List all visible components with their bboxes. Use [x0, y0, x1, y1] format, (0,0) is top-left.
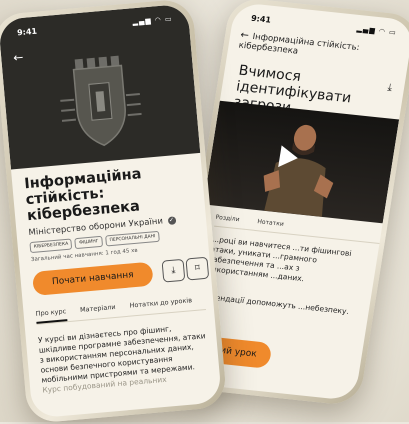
download-icon[interactable]: ⤓	[161, 258, 186, 283]
verified-icon: ✓	[167, 215, 176, 225]
video-presenter	[263, 124, 334, 217]
header-course-title: Інформаційна стійкість: кібербезпека	[237, 31, 361, 57]
play-icon[interactable]	[278, 145, 300, 169]
download-icon[interactable]: ⤓	[387, 82, 393, 93]
status-time: 9:41	[250, 13, 272, 25]
arrow-left-icon[interactable]: ←	[13, 50, 24, 65]
tag-chip[interactable]: ПЕРСОНАЛЬНІ ДАНІ	[105, 230, 160, 247]
status-time: 9:41	[16, 26, 38, 38]
shield-emblem-icon	[60, 55, 142, 147]
video-player[interactable]	[203, 100, 400, 224]
start-learning-button[interactable]: Почати навчання	[32, 261, 154, 296]
bookmark-icon[interactable]: ⌑	[185, 256, 210, 281]
course-description: У курсі ви дізнаєтесь про фішинг, шкідли…	[38, 321, 215, 396]
tab-materials[interactable]: Матеріали	[80, 303, 117, 320]
lesson-recommendation: ...мендації допоможуть ...небезпеку.	[202, 291, 350, 317]
phone-course: ← 9:41 ▂▄▆ ◠ ▭ Інформаційна стійкість: к…	[0, 0, 228, 424]
status-icons: ▂▄▆ ◠ ▭	[356, 24, 398, 37]
tag-chip[interactable]: ФІШИНГ	[74, 235, 104, 250]
about-text: У курсі ви дізнаєтесь про фішинг, шкідли…	[37, 324, 206, 385]
course-tabs: Про курс Матеріали Нотатки до уроків	[35, 295, 206, 325]
tab-notes[interactable]: Нотатки	[257, 218, 284, 228]
course-screen: ← 9:41 ▂▄▆ ◠ ▭ Інформаційна стійкість: к…	[0, 3, 223, 419]
tab-about[interactable]: Про курс	[35, 307, 67, 324]
lesson-description: ...році ви навчитеся ...ти фішингові ата…	[206, 234, 353, 284]
tab-sections[interactable]: Розділи	[215, 214, 240, 223]
tag-chip[interactable]: КІБЕРБЕЗПЕКА	[29, 238, 73, 254]
tab-notes[interactable]: Нотатки до уроків	[129, 296, 193, 315]
